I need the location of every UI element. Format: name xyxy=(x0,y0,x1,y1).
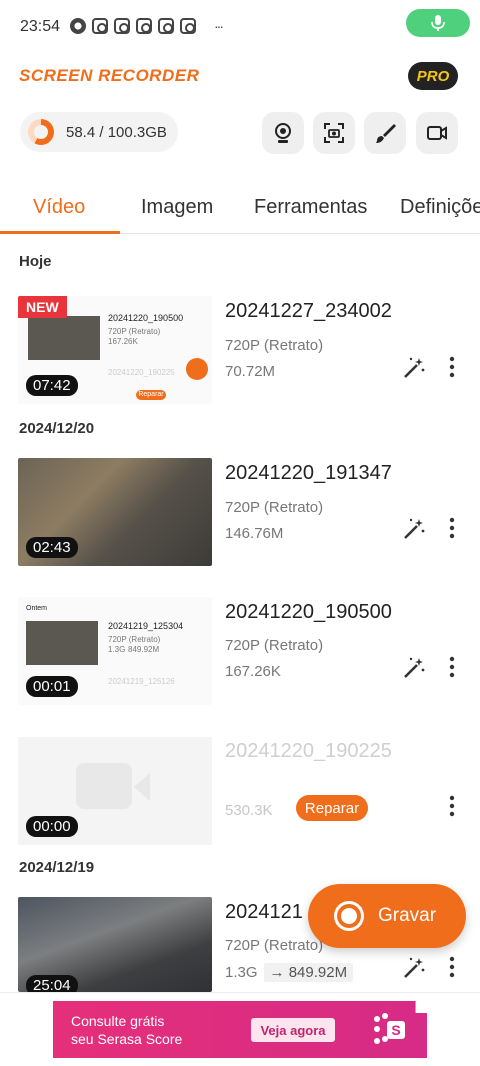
video-thumbnail[interactable]: 25:04 xyxy=(18,897,212,992)
video-duration: 02:43 xyxy=(26,537,78,558)
ad-line-1: Consulte grátis xyxy=(71,1013,165,1029)
compressed-size: → 849.92M xyxy=(263,963,354,982)
original-size: 1.3G xyxy=(225,964,258,981)
status-time: 23:54 xyxy=(20,18,61,35)
thumbnail-record-dot xyxy=(186,358,208,380)
video-size: 167.26K xyxy=(225,663,281,680)
video-duration: 07:42 xyxy=(26,375,78,396)
video-resolution: 720P (Retrato) xyxy=(225,637,324,654)
svg-text:S: S xyxy=(391,1022,400,1038)
thumbnail-preview xyxy=(28,316,100,360)
magic-wand-icon[interactable] xyxy=(402,656,426,680)
thumbnail-repair: Reparar xyxy=(136,390,166,400)
more-notifications-icon: ··· xyxy=(214,18,224,34)
screenshot-icon xyxy=(324,123,344,143)
video-size: 70.72M xyxy=(225,363,276,380)
record-label: Gravar xyxy=(378,905,437,926)
ad-choices-icon[interactable] xyxy=(415,1001,427,1013)
video-resolution: 720P (Retrato) xyxy=(225,499,324,516)
instagram-icon xyxy=(136,18,152,34)
thumbnail-res: 720P (Retrato) xyxy=(108,635,161,644)
ad-text: Consulte grátis seu Serasa Score xyxy=(71,1012,182,1048)
tab-bar: Vídeo Imagem Ferramentas Definições xyxy=(0,188,480,234)
serasa-logo-icon: S xyxy=(374,1013,405,1044)
video-title[interactable]: 2024121 xyxy=(225,901,303,924)
tab-image[interactable]: Imagem xyxy=(141,196,213,219)
storage-ring-icon xyxy=(28,119,54,145)
mic-indicator[interactable] xyxy=(406,9,470,37)
record-icon xyxy=(334,901,364,931)
magic-wand-icon[interactable] xyxy=(402,517,426,541)
video-resolution: 720P (Retrato) xyxy=(225,337,324,354)
video-resolution: 720P (Retrato) xyxy=(225,937,324,954)
thumbnail-title-2: 20241219_125126 xyxy=(108,677,175,686)
status-bar: 23:54 ··· xyxy=(0,0,480,52)
notification-icons: ··· xyxy=(70,18,224,34)
instagram-icon xyxy=(114,18,130,34)
video-duration: 00:01 xyxy=(26,676,78,697)
video-size: 146.76M xyxy=(225,525,284,542)
video-thumbnail[interactable]: 02:43 xyxy=(18,458,212,566)
section-header-date: 2024/12/20 xyxy=(19,420,95,437)
magic-wand-icon[interactable] xyxy=(402,956,426,980)
instagram-icon xyxy=(92,18,108,34)
magic-wand-icon[interactable] xyxy=(402,356,426,380)
video-thumbnail[interactable]: 20241220_190500 720P (Retrato) 167.26K 2… xyxy=(18,296,212,404)
brush-button[interactable] xyxy=(364,112,406,154)
instagram-icon xyxy=(180,18,196,34)
thumbnail-title: 20241220_190500 xyxy=(108,313,184,323)
webcam-icon xyxy=(275,123,291,143)
video-title[interactable]: 20241220_191347 xyxy=(225,462,392,485)
tab-video[interactable]: Vídeo xyxy=(33,196,85,219)
thumbnail-size: 1.3G xyxy=(108,645,126,654)
storage-indicator[interactable]: 58.4 / 100.3GB xyxy=(20,112,178,152)
brush-icon xyxy=(376,124,396,143)
video-thumbnail[interactable]: Ontem 20241219_125304 720P (Retrato) 1.3… xyxy=(18,597,212,705)
thumbnail-title: 20241219_125304 xyxy=(108,621,184,631)
video-title[interactable]: 20241220_190225 xyxy=(225,740,392,763)
tab-tools[interactable]: Ferramentas xyxy=(254,196,367,219)
ad-banner-container: Consulte grátis seu Serasa Score Veja ag… xyxy=(0,992,480,1066)
more-options-icon[interactable] xyxy=(444,655,460,679)
active-tab-indicator xyxy=(0,231,120,234)
thumbnail-title-2: 20241220_190225 xyxy=(108,368,175,377)
video-title[interactable]: 20241220_190500 xyxy=(225,601,392,624)
app-header: SCREEN RECORDER PRO xyxy=(0,58,480,98)
video-placeholder-icon xyxy=(76,763,132,809)
more-options-icon[interactable] xyxy=(444,794,460,818)
more-options-icon[interactable] xyxy=(444,516,460,540)
video-thumbnail[interactable]: 00:00 xyxy=(18,737,212,845)
ad-line-2: seu Serasa Score xyxy=(71,1031,183,1047)
instagram-icon xyxy=(158,18,174,34)
video-title[interactable]: 20241227_234002 xyxy=(225,300,392,323)
storage-text: 58.4 / 100.3GB xyxy=(66,123,167,141)
video-duration: 00:00 xyxy=(26,816,78,837)
thumbnail-size: 167.26K xyxy=(108,337,138,346)
video-camera-icon xyxy=(427,126,447,140)
ad-cta-button[interactable]: Veja agora xyxy=(251,1018,335,1042)
thumbnail-compressed: 849.92M xyxy=(128,645,160,654)
more-options-icon[interactable] xyxy=(444,955,460,979)
thumbnail-label: Ontem xyxy=(26,605,48,612)
record-button[interactable]: Gravar xyxy=(308,884,466,948)
webcam-button[interactable] xyxy=(262,112,304,154)
thumbnail-preview xyxy=(26,621,98,665)
new-badge: NEW xyxy=(18,296,67,318)
screenshot-button[interactable] xyxy=(313,112,355,154)
pro-button[interactable]: PRO xyxy=(408,62,458,90)
video-size: 1.3G → 849.92M xyxy=(225,963,354,982)
microphone-icon xyxy=(431,15,445,31)
video-size: 530.3K xyxy=(225,802,273,819)
record-video-button[interactable] xyxy=(416,112,458,154)
ad-banner[interactable]: Consulte grátis seu Serasa Score Veja ag… xyxy=(53,1001,427,1058)
section-header-today: Hoje xyxy=(19,253,52,270)
tab-settings[interactable]: Definições xyxy=(400,196,480,219)
more-options-icon[interactable] xyxy=(444,355,460,379)
section-header-date: 2024/12/19 xyxy=(19,859,95,876)
chrome-icon xyxy=(70,18,86,34)
video-duration: 25:04 xyxy=(26,975,78,992)
thumbnail-res: 720P (Retrato) xyxy=(108,327,161,336)
app-brand: SCREEN RECORDER xyxy=(19,66,200,85)
repair-button[interactable]: Reparar xyxy=(296,795,368,821)
